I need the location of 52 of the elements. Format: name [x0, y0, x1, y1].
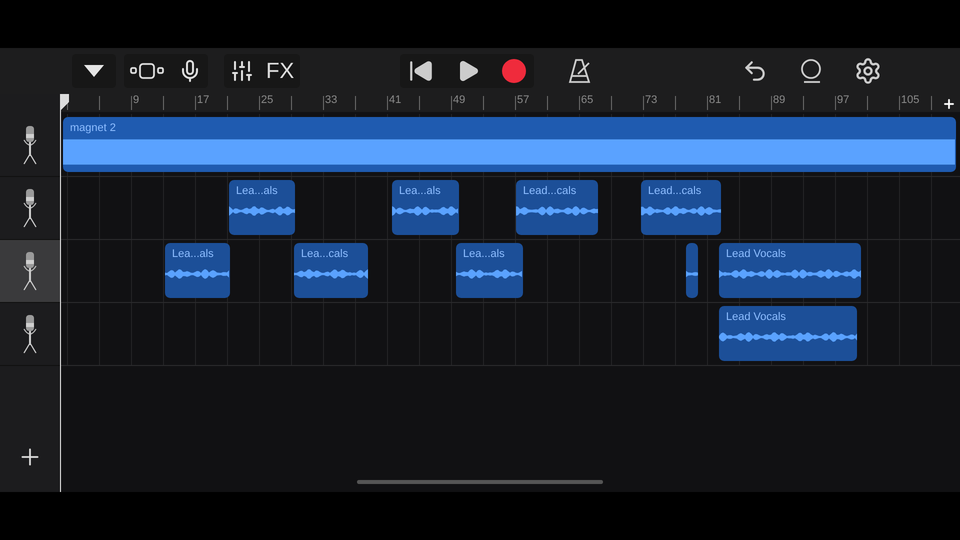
- audio-region[interactable]: [686, 243, 698, 298]
- bar-number: 81: [709, 95, 722, 106]
- mixer-icon[interactable]: [230, 59, 254, 83]
- audio-region[interactable]: Lea...als: [165, 243, 230, 298]
- bar-number: 33: [325, 95, 338, 106]
- waveform-drawing: [392, 204, 459, 218]
- bar-number: 41: [389, 95, 402, 106]
- waveform-drawing: [229, 204, 295, 218]
- microphone-icon: [21, 187, 39, 229]
- microphone-icon: [21, 250, 39, 292]
- caret-icon: [84, 65, 104, 77]
- bar-number: 105: [901, 95, 920, 106]
- audio-region[interactable]: magnet 2: [63, 117, 956, 172]
- audio-region[interactable]: Lead Vocals: [719, 306, 857, 361]
- bar-number: 17: [197, 95, 210, 106]
- tracks-view-icon[interactable]: [130, 62, 164, 80]
- region-label: magnet 2: [69, 121, 117, 136]
- audio-region[interactable]: Lea...als: [456, 243, 523, 298]
- rewind-icon[interactable]: [408, 58, 434, 84]
- waveform-drawing: [456, 267, 523, 281]
- bar-number: 65: [581, 95, 594, 106]
- settings-icon[interactable]: [854, 57, 882, 85]
- region-label: Lea...als: [171, 247, 215, 262]
- audio-region[interactable]: Lea...als: [229, 180, 295, 235]
- bar-number: 57: [517, 95, 530, 106]
- dropdown-button[interactable]: [72, 54, 116, 88]
- region-label: Lea...als: [462, 247, 506, 262]
- bar-number: 9: [133, 95, 140, 106]
- region-label: Lead...cals: [647, 184, 702, 199]
- audio-region[interactable]: Lead Vocals: [719, 243, 861, 298]
- region-label: Lea...cals: [300, 247, 350, 262]
- region-label: Lea...als: [398, 184, 442, 199]
- bar-number: 25: [261, 95, 274, 106]
- region-label: Lead Vocals: [725, 310, 787, 325]
- audio-region[interactable]: Lea...cals: [294, 243, 368, 298]
- bar-number: 97: [837, 95, 850, 106]
- bar-number: 49: [453, 95, 466, 106]
- region-label: Lead Vocals: [725, 247, 787, 262]
- audio-region[interactable]: Lead...cals: [516, 180, 598, 235]
- metronome-icon[interactable]: [568, 58, 592, 84]
- region-label: Lead...cals: [522, 184, 578, 199]
- record-button[interactable]: [502, 59, 526, 83]
- audio-region[interactable]: Lea...als: [392, 180, 459, 235]
- ruler[interactable]: 9 17 25 33 41 49 57 65 73 81 89 97 105: [61, 94, 960, 112]
- microphone-icon: [21, 313, 39, 355]
- bar-number: 73: [645, 95, 658, 106]
- region-label: Lea...als: [235, 184, 279, 199]
- bar-number: 89: [773, 95, 786, 106]
- add-section-icon[interactable]: [942, 97, 956, 111]
- audio-region[interactable]: Lead...cals: [641, 180, 721, 235]
- waveform-drawing: [165, 267, 230, 281]
- microphone-icon: [21, 124, 39, 166]
